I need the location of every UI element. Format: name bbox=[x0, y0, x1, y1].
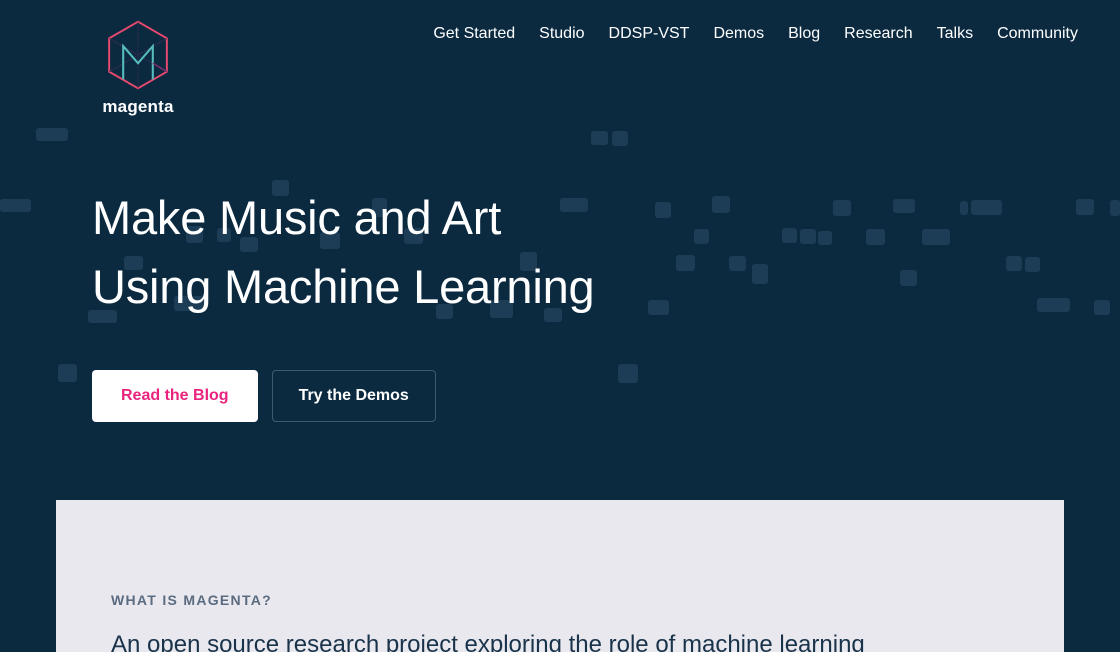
magenta-homepage: magenta Get Started Studio DDSP-VST Demo… bbox=[0, 0, 1120, 652]
brand-logo[interactable]: magenta bbox=[92, 18, 184, 115]
decor-block bbox=[833, 200, 851, 216]
decor-block bbox=[818, 231, 832, 245]
decor-block bbox=[971, 200, 1002, 215]
decor-block bbox=[712, 196, 730, 213]
decor-block bbox=[866, 229, 885, 245]
decor-block bbox=[900, 270, 917, 286]
nav-item-studio[interactable]: Studio bbox=[527, 23, 596, 45]
decor-block bbox=[729, 256, 746, 271]
hero-title: Make Music and Art Using Machine Learnin… bbox=[92, 183, 595, 321]
decor-block bbox=[893, 199, 915, 213]
decor-block bbox=[752, 264, 768, 284]
brand-wordmark: magenta bbox=[102, 97, 174, 116]
decor-block bbox=[676, 255, 695, 271]
decor-block bbox=[782, 228, 797, 243]
panel-eyebrow: WHAT IS MAGENTA? bbox=[111, 592, 273, 608]
decor-block bbox=[1110, 200, 1120, 216]
magenta-hexagon-logo-icon bbox=[108, 20, 168, 90]
what-is-magenta-panel: WHAT IS MAGENTA? An open source research… bbox=[56, 500, 1064, 652]
decor-block bbox=[1037, 298, 1070, 312]
hero-actions: Read the Blog Try the Demos bbox=[92, 370, 436, 422]
hero-title-line-1: Make Music and Art bbox=[92, 191, 502, 244]
main-navigation: Get Started Studio DDSP-VST Demos Blog R… bbox=[421, 23, 1090, 45]
decor-block bbox=[694, 229, 709, 244]
hero-title-line-2: Using Machine Learning bbox=[92, 260, 595, 313]
nav-item-talks[interactable]: Talks bbox=[925, 23, 985, 45]
nav-item-community[interactable]: Community bbox=[985, 23, 1090, 45]
decor-block bbox=[922, 229, 950, 245]
panel-body-text: An open source research project explorin… bbox=[111, 631, 865, 652]
decor-block bbox=[1094, 300, 1110, 315]
try-the-demos-button[interactable]: Try the Demos bbox=[271, 370, 436, 422]
nav-item-demos[interactable]: Demos bbox=[701, 23, 776, 45]
decor-block bbox=[58, 364, 77, 382]
decor-block bbox=[655, 202, 671, 218]
nav-item-research[interactable]: Research bbox=[832, 23, 924, 45]
decor-block bbox=[800, 229, 816, 244]
decor-block bbox=[960, 201, 968, 215]
site-header: magenta Get Started Studio DDSP-VST Demo… bbox=[0, 0, 1120, 150]
nav-item-get-started[interactable]: Get Started bbox=[421, 23, 527, 45]
decor-block bbox=[648, 300, 669, 315]
nav-item-blog[interactable]: Blog bbox=[776, 23, 832, 45]
read-the-blog-button[interactable]: Read the Blog bbox=[92, 370, 258, 422]
decor-block bbox=[1006, 256, 1022, 271]
decor-block bbox=[618, 364, 638, 383]
decor-block bbox=[0, 199, 31, 212]
decor-block bbox=[1076, 199, 1094, 215]
decor-block bbox=[1025, 257, 1040, 272]
nav-item-ddsp-vst[interactable]: DDSP-VST bbox=[597, 23, 702, 45]
